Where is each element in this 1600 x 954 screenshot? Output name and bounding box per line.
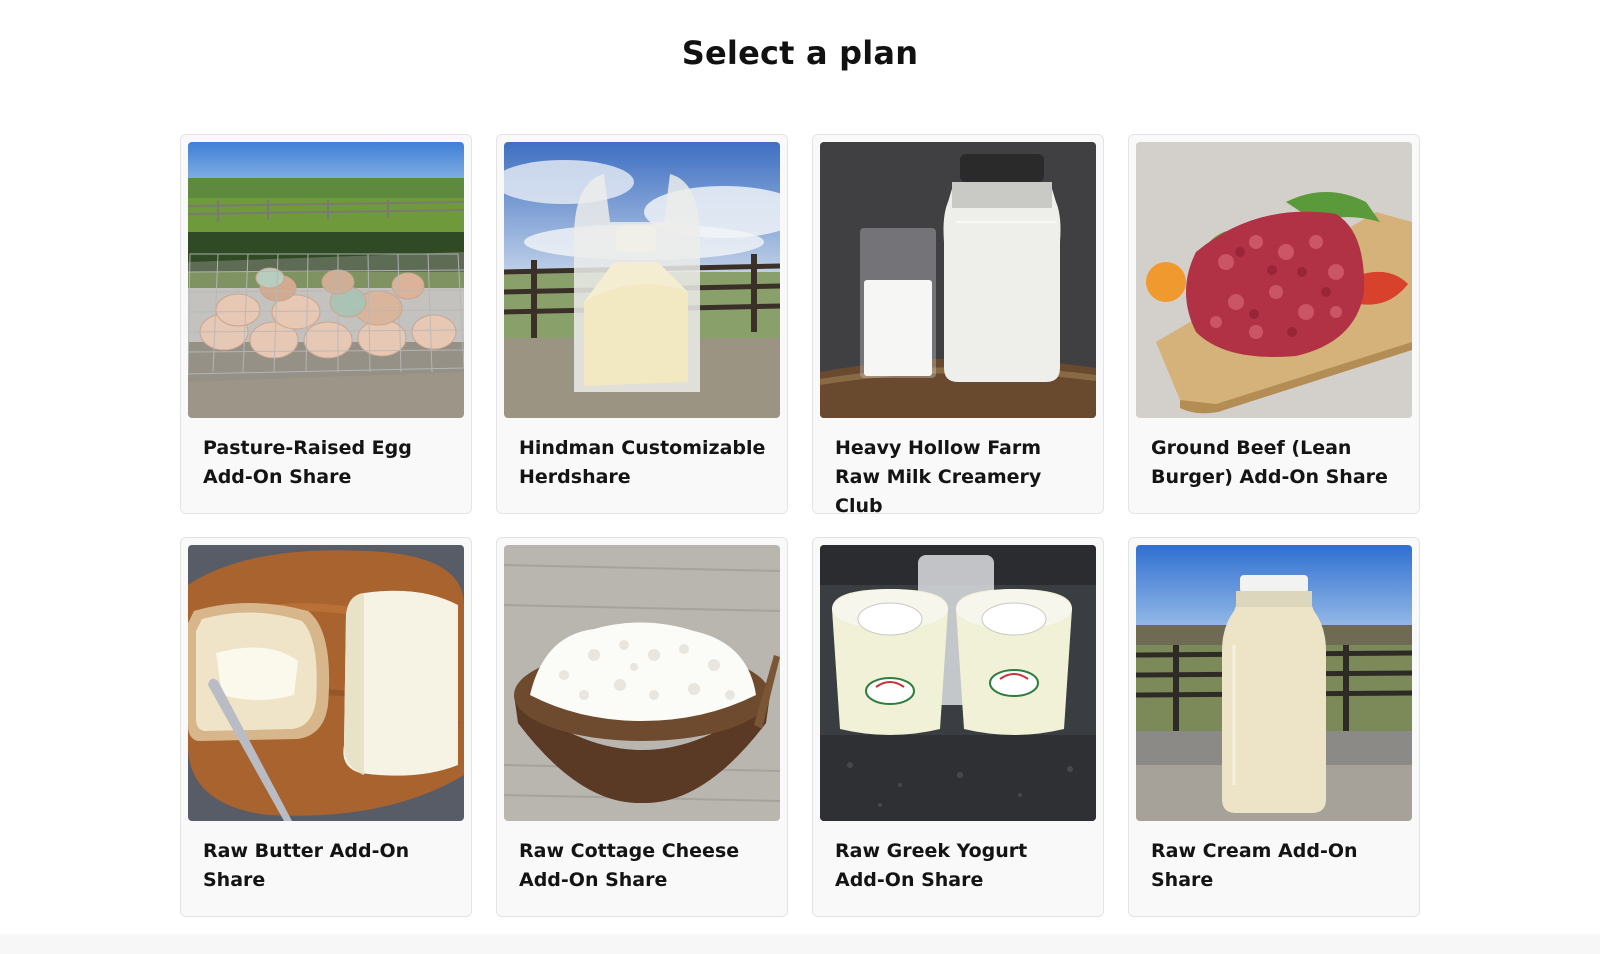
cottage-cheese-bowl-photo <box>504 545 780 821</box>
plan-title: Raw Cottage Cheese Add-On Share <box>519 840 740 891</box>
plan-card-egg[interactable]: Pasture-Raised Egg Add-On Share <box>180 134 472 514</box>
plan-card-cream[interactable]: Raw Cream Add-On Share <box>1128 537 1420 917</box>
plan-card-ground-beef[interactable]: Ground Beef (Lean Burger) Add-On Share <box>1128 134 1420 514</box>
cream-jar-photo <box>1136 545 1412 821</box>
plan-card-butter[interactable]: Raw Butter Add-On Share <box>180 537 472 917</box>
eggs-in-wire-basket-photo <box>188 142 464 418</box>
plan-card-greek-yogurt[interactable]: Raw Greek Yogurt Add-On Share <box>812 537 1104 917</box>
plan-title: Heavy Hollow Farm Raw Milk Creamery Club <box>835 437 1042 517</box>
plan-title: Hindman Customizable Herdshare <box>519 437 766 488</box>
page-title: Select a plan <box>681 34 919 72</box>
plan-title: Pasture-Raised Egg Add-On Share <box>203 437 412 488</box>
plan-card-herdshare[interactable]: Hindman Customizable Herdshare <box>496 134 788 514</box>
plan-card-cottage-cheese[interactable]: Raw Cottage Cheese Add-On Share <box>496 537 788 917</box>
plan-card-creamery-club[interactable]: Heavy Hollow Farm Raw Milk Creamery Club <box>812 134 1104 517</box>
greek-yogurt-cups-photo <box>820 545 1096 821</box>
milk-glass-and-jar-photo <box>820 142 1096 418</box>
plan-grid: Pasture-Raised Egg Add-On Share Hindman … <box>180 134 1420 917</box>
plan-title: Raw Butter Add-On Share <box>203 840 410 891</box>
plan-title: Raw Greek Yogurt Add-On Share <box>835 840 1028 891</box>
butter-and-bread-photo <box>188 545 464 821</box>
footer-strip <box>0 934 1600 954</box>
ground-beef-photo <box>1136 142 1412 418</box>
plan-title: Raw Cream Add-On Share <box>1151 840 1358 891</box>
plan-title: Ground Beef (Lean Burger) Add-On Share <box>1151 437 1388 488</box>
raw-milk-bag-photo <box>504 142 780 418</box>
